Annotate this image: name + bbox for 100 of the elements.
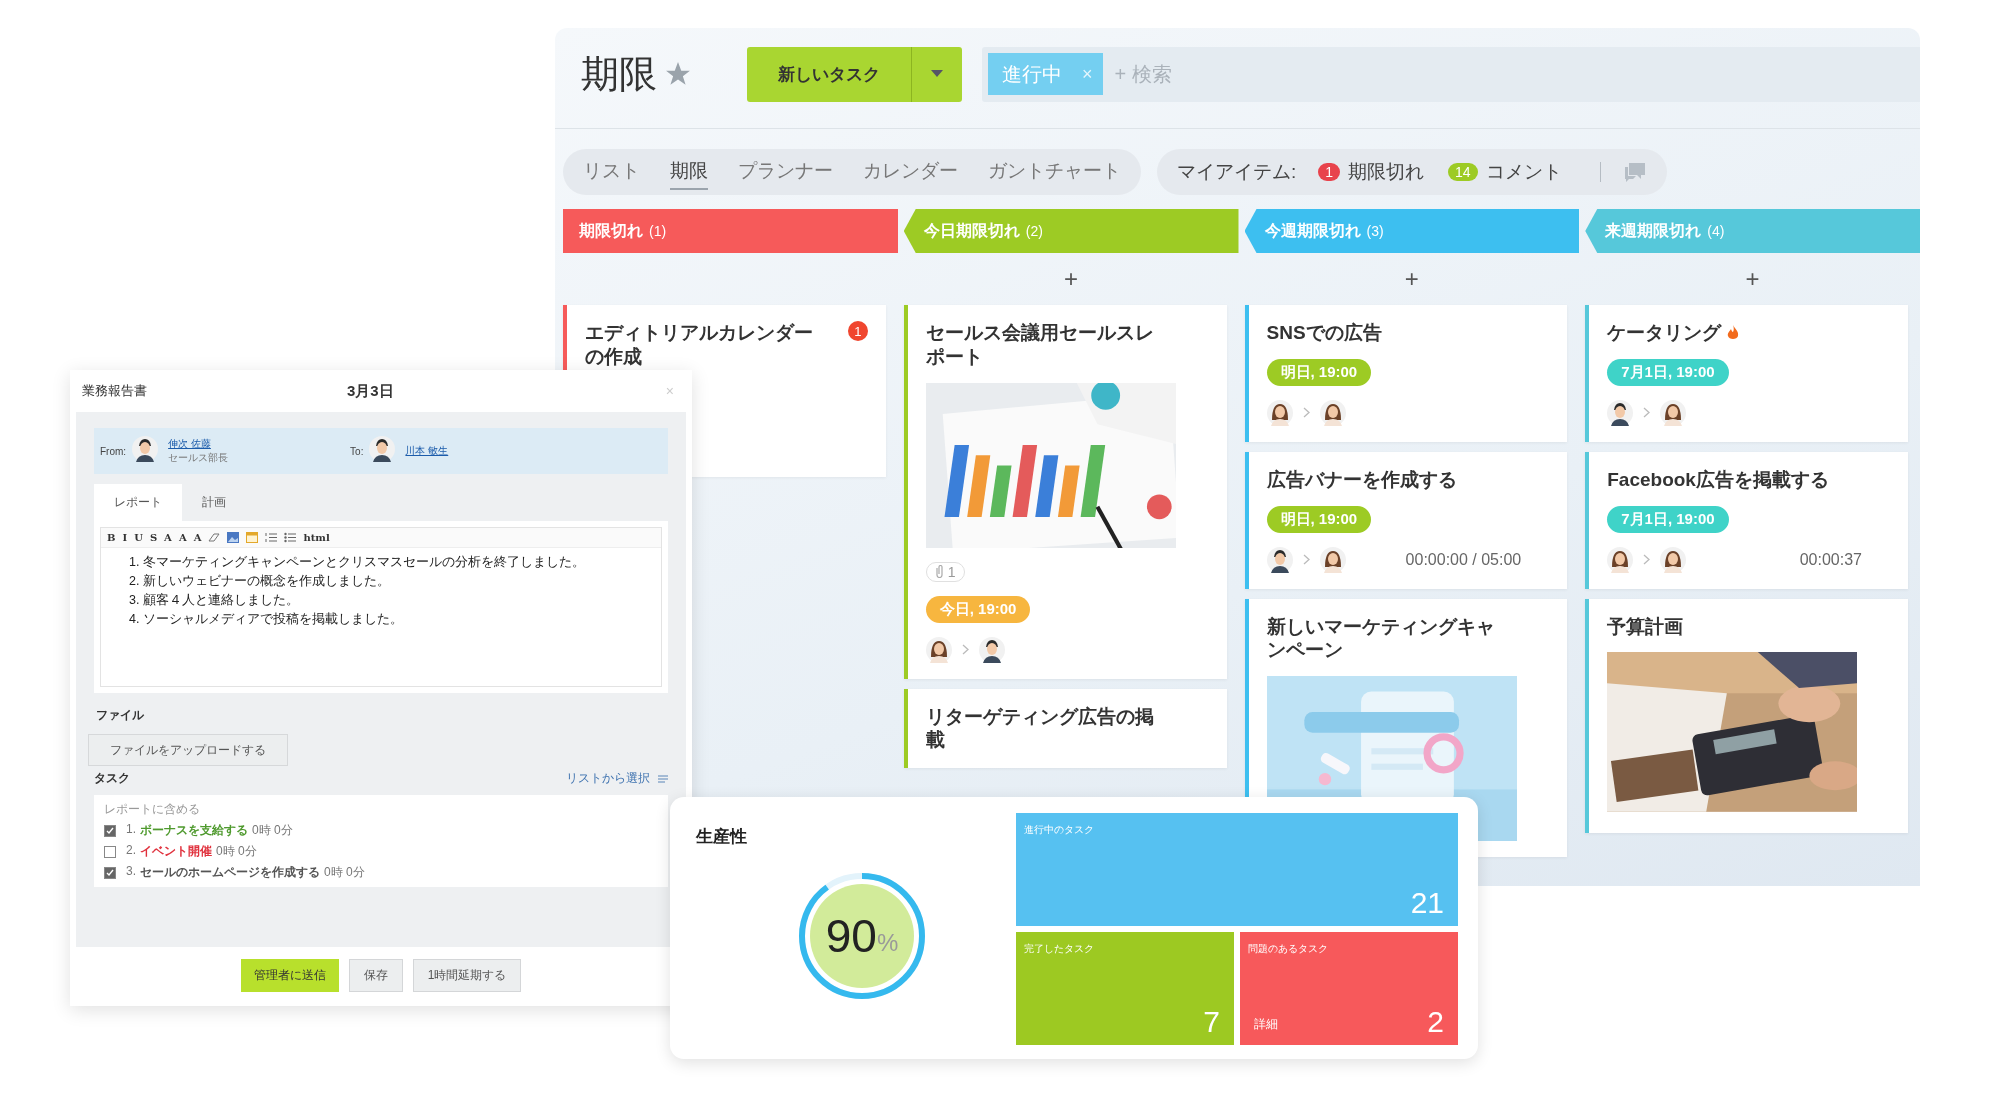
checkbox[interactable] — [104, 866, 116, 879]
format-button[interactable]: A — [164, 532, 172, 543]
avatar-icon — [1660, 546, 1687, 573]
avatar-icon — [1319, 399, 1346, 426]
avatar-icon — [1607, 399, 1634, 426]
task-card[interactable]: リターゲティング広告の掲載 — [903, 688, 1227, 768]
task-card[interactable]: Facebook広告を掲載する 7月1日, 19:00 00:00:37 — [1585, 451, 1908, 589]
count-badge: 14 — [1448, 163, 1478, 181]
pick-from-list-link[interactable]: リストから選択 — [566, 770, 650, 787]
view-tab[interactable]: リスト — [583, 154, 640, 190]
action-button[interactable]: 管理者に送信 — [240, 959, 339, 992]
table-icon[interactable] — [246, 532, 259, 543]
column-title: 今日期限切れ — [923, 220, 1020, 241]
chevron-icon — [1302, 407, 1310, 419]
task-card[interactable]: 予算計画 — [1585, 598, 1908, 834]
add-task-button[interactable]: + — [1058, 264, 1085, 294]
my-items-label: マイアイテム: — [1177, 160, 1297, 184]
format-button[interactable]: S — [149, 532, 158, 543]
column-title: 期限切れ — [579, 220, 643, 241]
card-title: Facebook広告を掲載する — [1607, 467, 1829, 492]
report-line: 4. ソーシャルメディアで投稿を掲載しました。 — [129, 611, 404, 628]
numbered-list-icon[interactable] — [265, 532, 278, 543]
chevron-icon — [1643, 554, 1651, 565]
tile-value: 7 — [1203, 1005, 1220, 1039]
avatar-icon — [132, 436, 159, 462]
tile-value: 2 — [1427, 1005, 1444, 1039]
format-button[interactable]: U — [134, 532, 143, 543]
task-card[interactable]: ケータリング 7月1日, 19:00 — [1585, 305, 1908, 442]
percent-sign: % — [876, 929, 899, 957]
avatar-icon — [925, 636, 952, 663]
task-item: 2. イベント開催 0時 0分 — [126, 843, 257, 860]
recipient-link[interactable]: 川本 敏生 — [405, 444, 449, 458]
checkbox[interactable] — [104, 824, 116, 837]
column-count: (2) — [1025, 223, 1043, 239]
count-badge: 1 — [1318, 163, 1341, 181]
task-item: 1. ボーナスを支給する 0時 0分 — [126, 822, 293, 839]
bullet-list-icon[interactable] — [284, 532, 297, 543]
tile-label: 問題のあるタスク — [1248, 943, 1328, 954]
format-button[interactable]: A — [193, 532, 202, 543]
overdue-link[interactable]: 期限切れ — [1348, 159, 1425, 185]
column-count: (3) — [1366, 223, 1384, 239]
due-date-tag: 明日, 19:00 — [1266, 358, 1372, 386]
task-item: 3. セールのホームページを作成する 0時 0分 — [126, 864, 365, 881]
task-card[interactable]: 広告バナーを作成する 明日, 19:00 00:00:00 / 05:00 — [1244, 451, 1568, 589]
checkbox[interactable] — [104, 845, 116, 858]
new-task-button[interactable]: 新しいタスク — [747, 46, 962, 102]
upload-button[interactable]: ファイルをアップロードする — [88, 734, 288, 766]
format-button[interactable]: html — [303, 532, 330, 543]
tile-label: 進行中のタスク — [1024, 824, 1094, 835]
report-tab[interactable]: 計画 — [182, 484, 246, 521]
card-title: 予算計画 — [1607, 614, 1684, 639]
task-card[interactable]: セールス会議用セールスレポート 1 今日, 19:00 — [903, 305, 1227, 679]
view-tab[interactable]: ガントチャート — [988, 154, 1121, 190]
card-title: 広告バナーを作成する — [1266, 467, 1457, 492]
caret-icon — [931, 70, 943, 78]
avatar-icon — [369, 436, 396, 462]
column-count: (4) — [1707, 223, 1725, 239]
action-button[interactable]: 1時間延期する — [412, 959, 522, 992]
chevron-icon — [1302, 554, 1310, 565]
include-hint: レポートに含める — [104, 801, 201, 818]
from-label: From: — [100, 445, 127, 457]
add-task-button[interactable]: + — [1398, 264, 1425, 294]
tile-value: 21 — [1410, 886, 1444, 920]
comments-link[interactable]: コメント — [1485, 159, 1562, 185]
action-button[interactable]: 保存 — [348, 959, 403, 992]
view-tab[interactable]: 期限 — [670, 154, 708, 190]
card-title: 新しいマーケティングキャンペーン — [1266, 614, 1496, 662]
view-tab[interactable]: プランナー — [738, 154, 833, 190]
timer: 00:00:37 — [1799, 550, 1863, 569]
window-title: 業務報告書 — [82, 382, 148, 400]
sender-link[interactable]: 伸次 佐藤 — [168, 437, 229, 451]
format-button[interactable]: I — [122, 532, 128, 543]
avatar-icon — [1607, 546, 1634, 573]
timer: 00:00:00 / 05:00 — [1405, 550, 1523, 569]
text-editor[interactable]: B I U S A A A html 1. 冬マーケティングキャンペーンとクリスマスセールの分析を終了しました。 2. 新しいウェビナーの概念を作成しました。 3. 顧客４人と連絡しました。 4. ソーシャルメディアで投稿を掲載しました。 — [94, 521, 668, 693]
chevron-icon — [961, 644, 969, 655]
star-icon[interactable] — [665, 61, 691, 87]
card-title: SNSでの広告 — [1266, 321, 1382, 345]
column-title: 来週期限切れ — [1605, 220, 1702, 241]
tile-label: 完了したタスク — [1024, 943, 1094, 954]
task-card[interactable]: SNSでの広告 明日, 19:00 — [1244, 305, 1568, 442]
view-tab[interactable]: カレンダー — [863, 154, 958, 190]
add-task-button[interactable]: + — [1739, 264, 1766, 294]
card-title: リターゲティング広告の掲載 — [925, 704, 1155, 752]
due-date-tag: 7月1日, 19:00 — [1607, 505, 1729, 533]
card-title: エディトリアルカレンダーの作成 — [585, 321, 814, 369]
report-date: 3月3日 — [347, 381, 395, 401]
image-icon[interactable] — [227, 532, 240, 543]
count-badge: 1 — [847, 321, 868, 341]
format-button[interactable]: A — [178, 532, 187, 543]
format-button[interactable]: B — [107, 532, 116, 543]
sender-role: セールス部長 — [168, 451, 229, 465]
files-label: ファイル — [96, 707, 145, 724]
eraser-icon[interactable] — [208, 532, 221, 543]
report-line: 3. 顧客４人と連絡しました。 — [129, 592, 300, 609]
due-date-tag: 今日, 19:00 — [925, 595, 1031, 623]
column-count: (1) — [649, 223, 667, 239]
flame-icon — [1727, 325, 1740, 341]
tasks-label: タスク — [94, 770, 130, 787]
report-tab[interactable]: レポート — [94, 484, 182, 521]
